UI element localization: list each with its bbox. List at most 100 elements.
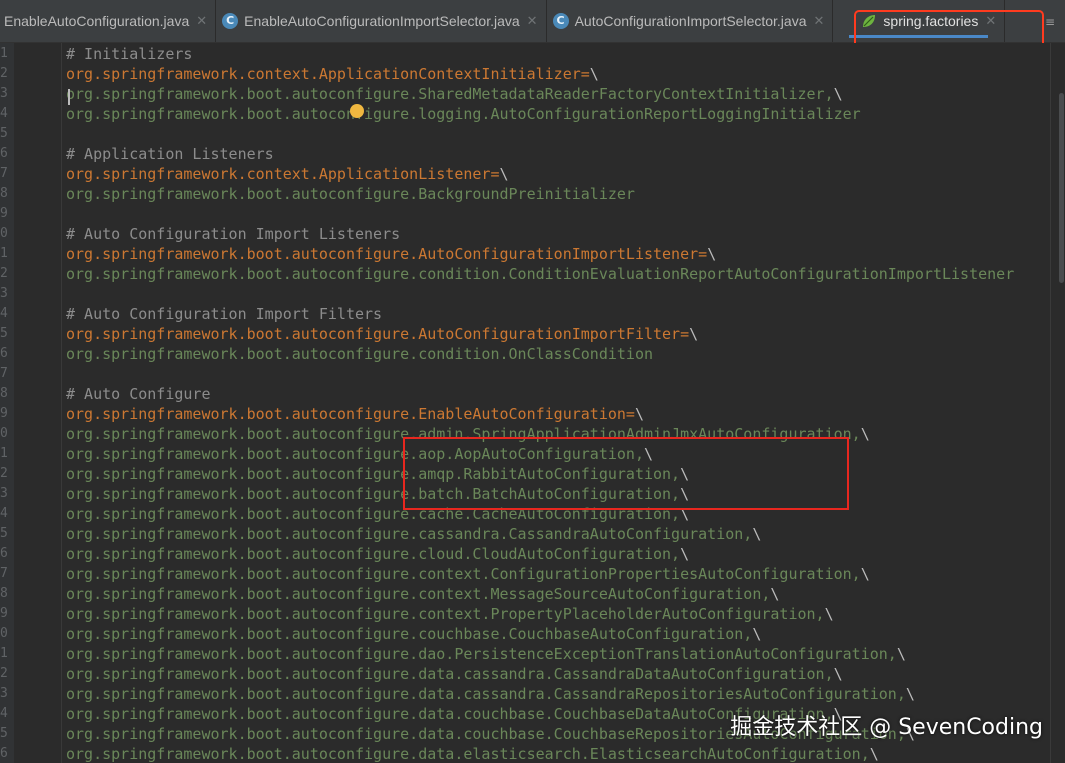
code-line[interactable]: 0 org.springframework.boot.autoconfigure.…: [0, 624, 1050, 644]
line-number: 1: [0, 646, 8, 661]
line-number: 1: [0, 446, 8, 461]
code-line[interactable]: 5 org.springframework.boot.autoconfigure.…: [0, 524, 1050, 544]
line-text: # Auto Configuration Import Filters: [66, 304, 382, 324]
code-line[interactable]: 6 org.springframework.boot.autoconfigure.…: [0, 344, 1050, 364]
line-text: org.springframework.boot.autoconfigure.c…: [66, 264, 1014, 284]
code-token: \: [707, 245, 717, 263]
code-line[interactable]: 7 org.springframework.context.Application…: [0, 164, 1050, 184]
code-line[interactable]: 1 org.springframework.boot.autoconfigure.…: [0, 644, 1050, 664]
code-token: org.springframework.boot.autoconfigure.c…: [66, 525, 753, 543]
line-number: 6: [0, 346, 8, 361]
close-icon[interactable]: ✕: [985, 14, 996, 29]
code-line[interactable]: 4 # Auto Configuration Import Filters: [0, 304, 1050, 324]
spring-leaf-icon: [863, 15, 876, 27]
code-line[interactable]: 3 org.springframework.boot.autoconfigure.…: [0, 484, 1050, 504]
code-line[interactable]: 3 org.springframework.boot.autoconfigure.…: [0, 84, 1050, 104]
code-line[interactable]: 2 org.springframework.boot.autoconfigure.…: [0, 464, 1050, 484]
code-token: \: [770, 585, 780, 603]
code-line[interactable]: 1 # Initializers: [0, 44, 1050, 64]
code-line[interactable]: 2 org.springframework.boot.autoconfigure.…: [0, 664, 1050, 684]
code-line[interactable]: 7: [0, 364, 1050, 384]
code-token: \: [752, 525, 762, 543]
code-token: org.springframework.boot.autoconfigure.d…: [66, 665, 834, 683]
code-token: \: [680, 465, 690, 483]
line-number: 6: [0, 746, 8, 761]
code-token: \: [860, 565, 870, 583]
code-line[interactable]: 7 org.springframework.boot.autoconfigure.…: [0, 564, 1050, 584]
code-token: org.springframework.boot.autoconfigure.A…: [66, 245, 699, 263]
tab-spring-factories[interactable]: spring.factories ✕: [833, 0, 1006, 42]
line-number: 5: [0, 526, 8, 541]
code-line[interactable]: 0 # Auto Configuration Import Listeners: [0, 224, 1050, 244]
close-icon[interactable]: ✕: [527, 14, 538, 29]
code-token: # Application Listeners: [66, 145, 274, 163]
line-text: org.springframework.boot.autoconfigure.E…: [66, 404, 644, 424]
active-tab-indicator: [849, 35, 989, 38]
code-token: org.springframework.boot.autoconfigure.B…: [66, 185, 635, 203]
code-line[interactable]: 4 org.springframework.boot.autoconfigure.…: [0, 504, 1050, 524]
line-number: 2: [0, 66, 8, 81]
code-line[interactable]: 8 org.springframework.boot.autoconfigure.…: [0, 184, 1050, 204]
line-text: org.springframework.boot.autoconfigure.d…: [66, 684, 915, 704]
line-text: org.springframework.boot.autoconfigure.A…: [66, 244, 716, 264]
line-number: 4: [0, 506, 8, 521]
tab-label: AutoConfigurationImportSelector.java: [574, 13, 807, 29]
tab-label: EnableAutoConfiguration.java: [4, 13, 190, 29]
code-token: \: [860, 425, 870, 443]
code-editor[interactable]: 1 # Initializers 2 org.springframework.cont…: [0, 43, 1065, 763]
line-number: 6: [0, 146, 8, 161]
code-line[interactable]: 9 org.springframework.boot.autoconfigure.…: [0, 404, 1050, 424]
scrollbar-thumb[interactable]: [1059, 93, 1064, 283]
code-token: org.springframework.boot.autoconfigure.d…: [66, 745, 870, 763]
tab-enable-auto-configuration-import-selector[interactable]: EnableAutoConfigurationImportSelector.ja…: [216, 0, 547, 42]
editor-tab-bar: EnableAutoConfiguration.java ✕ EnableAut…: [0, 0, 1065, 43]
code-token: =: [580, 65, 590, 83]
code-line[interactable]: 4 org.springframework.boot.autoconfigure.…: [0, 104, 1050, 124]
code-line[interactable]: 5 org.springframework.boot.autoconfigure.…: [0, 324, 1050, 344]
tab-auto-configuration-import-selector[interactable]: AutoConfigurationImportSelector.java ✕: [547, 0, 834, 42]
code-token: org.springframework.boot.autoconfigure.d…: [66, 685, 906, 703]
code-token: # Auto Configuration Import Filters: [66, 305, 383, 323]
code-token: \: [634, 405, 644, 423]
tab-list-icon[interactable]: ≡: [1045, 12, 1065, 32]
code-line[interactable]: 8 org.springframework.boot.autoconfigure.…: [0, 584, 1050, 604]
code-token: org.springframework.boot.autoconfigure.c…: [66, 265, 1015, 283]
code-line[interactable]: 1 org.springframework.boot.autoconfigure.…: [0, 244, 1050, 264]
code-line[interactable]: 3 org.springframework.boot.autoconfigure.…: [0, 684, 1050, 704]
close-icon[interactable]: ✕: [814, 14, 825, 29]
line-text: org.springframework.boot.autoconfigure.c…: [66, 524, 761, 544]
code-line[interactable]: 9: [0, 204, 1050, 224]
tab-enable-auto-configuration[interactable]: EnableAutoConfiguration.java ✕: [0, 0, 217, 42]
code-line[interactable]: 6 org.springframework.boot.autoconfigure.…: [0, 744, 1050, 763]
code-line[interactable]: 1 org.springframework.boot.autoconfigure.…: [0, 444, 1050, 464]
line-number: 2: [0, 466, 8, 481]
code-line[interactable]: 2 org.springframework.boot.autoconfigure.…: [0, 264, 1050, 284]
code-line[interactable]: 6 org.springframework.boot.autoconfigure.…: [0, 544, 1050, 564]
code-token: =: [625, 405, 635, 423]
line-text: org.springframework.boot.autoconfigure.a…: [66, 464, 689, 484]
line-text: org.springframework.boot.autoconfigure.c…: [66, 624, 761, 644]
line-number: 9: [0, 606, 8, 621]
line-number: 3: [0, 686, 8, 701]
code-line[interactable]: 3: [0, 284, 1050, 304]
watermark: 掘金技术社区 @ SevenCoding: [730, 715, 1043, 740]
code-line[interactable]: 9 org.springframework.boot.autoconfigure.…: [0, 604, 1050, 624]
java-class-icon: [222, 13, 239, 29]
close-icon[interactable]: ✕: [196, 14, 207, 29]
code-token: org.springframework.boot.autoconfigure.c…: [66, 585, 771, 603]
code-line[interactable]: 2 org.springframework.context.Application…: [0, 64, 1050, 84]
code-token: \: [589, 65, 599, 83]
line-number: 6: [0, 546, 8, 561]
code-token: \: [680, 485, 690, 503]
line-number: 4: [0, 306, 8, 321]
line-text: org.springframework.boot.autoconfigure.c…: [66, 344, 653, 364]
intention-bulb-icon[interactable]: [350, 104, 364, 118]
code-line[interactable]: 5: [0, 124, 1050, 144]
code-line[interactable]: 8 # Auto Configure: [0, 384, 1050, 404]
code-line[interactable]: 6 # Application Listeners: [0, 144, 1050, 164]
line-text: org.springframework.boot.autoconfigure.d…: [66, 644, 906, 664]
code-line[interactable]: 0 org.springframework.boot.autoconfigure.…: [0, 424, 1050, 444]
code-token: org.springframework.context.ApplicationL…: [66, 165, 491, 183]
code-token: org.springframework.boot.autoconfigure.d…: [66, 645, 897, 663]
line-number: 8: [0, 586, 8, 601]
